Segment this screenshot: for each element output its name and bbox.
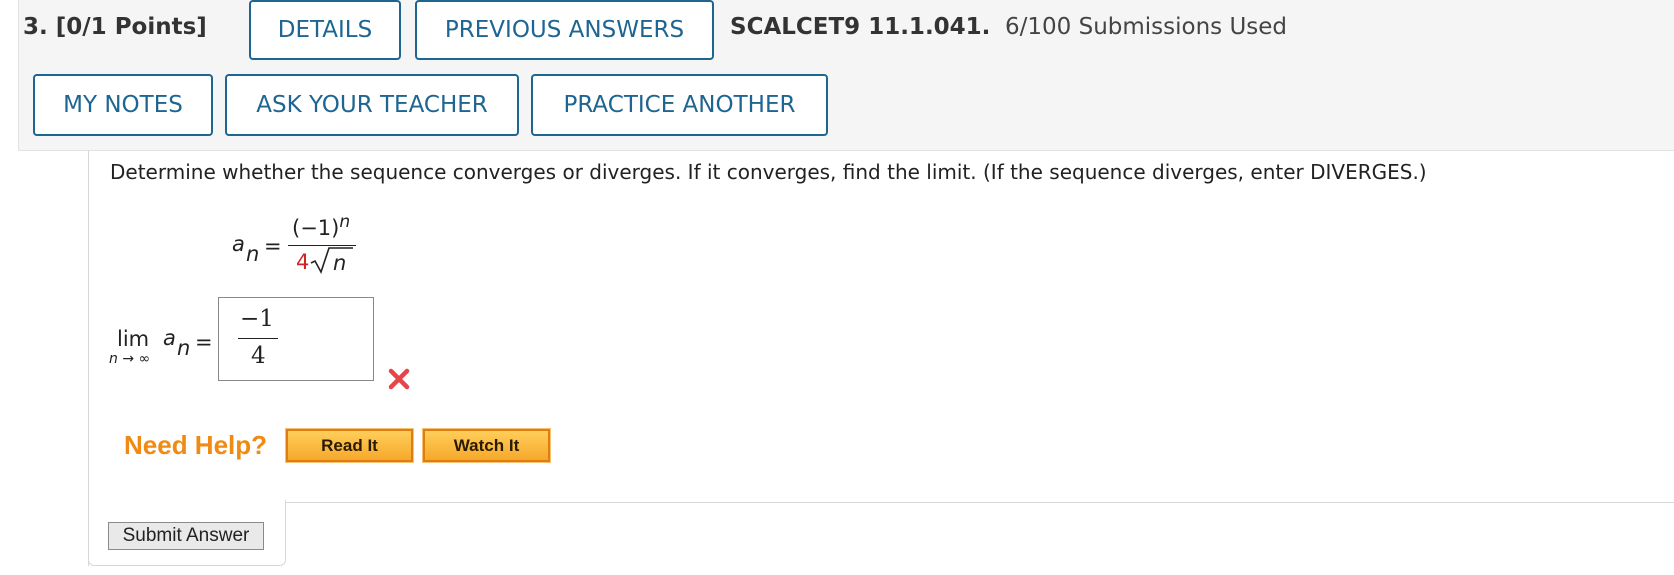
problem-code: SCALCET9 11.1.041. xyxy=(730,14,991,40)
need-help-label: Need Help? xyxy=(124,430,268,460)
question-prompt: Determine whether the sequence converges… xyxy=(110,160,1427,184)
limit-equals: = xyxy=(195,330,213,354)
limit-operator: lim xyxy=(117,327,150,351)
formula-equals: = xyxy=(264,234,282,258)
details-button[interactable]: DETAILS xyxy=(249,0,401,60)
formula-lhs-var: a xyxy=(232,232,245,256)
submit-answer-button[interactable]: Submit Answer xyxy=(108,522,264,550)
read-it-button[interactable]: Read It xyxy=(285,428,414,463)
ask-your-teacher-button[interactable]: ASK YOUR TEACHER xyxy=(225,74,519,136)
formula-numerator-exp: n xyxy=(339,212,351,232)
limit-subscript: n → ∞ xyxy=(109,351,151,367)
watch-it-button[interactable]: Watch It xyxy=(422,428,551,463)
answer-denominator: 4 xyxy=(251,343,266,369)
submissions-used: 6/100 Submissions Used xyxy=(1005,14,1288,40)
formula-numerator-base: (−1) xyxy=(292,216,340,240)
previous-answers-button[interactable]: PREVIOUS ANSWERS xyxy=(415,0,714,60)
formula-lhs-sub: n xyxy=(246,242,260,266)
limit-var-sub: n xyxy=(177,336,191,360)
x-mark-icon xyxy=(388,368,410,390)
question-number-points: 3. [0/1 Points] xyxy=(23,14,207,40)
limit-var: a xyxy=(163,326,176,350)
formula-denominator-var: n xyxy=(333,251,347,275)
points-score: [0/1 Points] xyxy=(55,14,207,40)
radical-icon xyxy=(310,247,353,274)
question-number: 3. xyxy=(23,14,48,40)
my-notes-button[interactable]: MY NOTES xyxy=(33,74,213,136)
formula-denominator-coef: 4 xyxy=(296,250,310,274)
panel-divider xyxy=(286,502,1674,503)
formula-numerator: (−1)n xyxy=(292,212,350,240)
answer-fraction-bar xyxy=(238,338,278,339)
answer-numerator: −1 xyxy=(240,306,274,332)
practice-another-button[interactable]: PRACTICE ANOTHER xyxy=(531,74,828,136)
